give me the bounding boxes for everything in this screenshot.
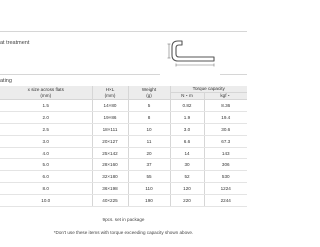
cell-torque-kgf: 306 bbox=[203, 158, 247, 172]
cell-torque-kgf: 8.36 bbox=[203, 99, 247, 112]
cell-torque-nm: 52 bbox=[169, 170, 204, 184]
table-row: 4.0 25×142 20 14 143 bbox=[0, 147, 247, 160]
cell-weight: 55 bbox=[127, 170, 170, 184]
header-dims-unit: (mm) bbox=[104, 92, 116, 98]
cell-size: 10.0 bbox=[0, 194, 92, 208]
header-size-unit: (mm) bbox=[40, 92, 52, 98]
cell-weight: 11 bbox=[127, 135, 170, 148]
cell-dims: 28×160 bbox=[91, 158, 128, 172]
cell-weight: 20 bbox=[127, 147, 170, 160]
header-weight: Weight (g) bbox=[127, 86, 170, 100]
cell-torque-nm: 220 bbox=[169, 194, 204, 208]
hex-key-icon bbox=[171, 40, 215, 62]
header-dims: H×L (mm) bbox=[91, 86, 128, 100]
cell-dims: 25×142 bbox=[91, 147, 128, 160]
cell-dims: 14×80 bbox=[91, 99, 128, 112]
table-row: 2.0 19×86 8 1.9 19.4 bbox=[0, 111, 247, 124]
cell-size: 4.0 bbox=[0, 147, 92, 160]
cell-torque-kgf: 530 bbox=[203, 170, 247, 184]
table-row: 8.0 36×198 110 120 1224 bbox=[0, 182, 247, 196]
spec-table: x size across flats (mm) H×L (mm) Weight… bbox=[0, 86, 247, 208]
cell-torque-nm: 30 bbox=[169, 158, 204, 172]
cell-torque-nm: 0.82 bbox=[169, 99, 204, 112]
cell-dims: 40×225 bbox=[91, 194, 128, 208]
cell-size: 2.0 bbox=[0, 111, 92, 124]
cell-torque-nm: 14 bbox=[169, 147, 204, 160]
cell-size: 5.0 bbox=[0, 158, 92, 172]
cell-size: 2.5 bbox=[0, 123, 92, 136]
cell-size: 8.0 bbox=[0, 182, 92, 196]
package-note: 9pcs. set in package bbox=[102, 217, 145, 222]
hex-key-image bbox=[160, 33, 220, 75]
cell-weight: 8 bbox=[127, 111, 170, 124]
cell-weight: 190 bbox=[127, 194, 170, 208]
table-row: 5.0 28×160 37 30 306 bbox=[0, 158, 247, 172]
cell-size: 6.0 bbox=[0, 170, 92, 184]
cell-dims: 18×111 bbox=[91, 123, 128, 136]
cell-torque-nm: 120 bbox=[169, 182, 204, 196]
cell-torque-kgf: 2244 bbox=[203, 194, 247, 208]
coating-text: ating bbox=[0, 78, 12, 84]
cell-dims: 20×127 bbox=[91, 135, 128, 148]
header-torque-nm: N・m bbox=[169, 92, 204, 100]
cell-torque-kgf: 30.6 bbox=[203, 123, 247, 136]
cell-torque-nm: 3.0 bbox=[169, 123, 204, 136]
cell-dims: 32×180 bbox=[91, 170, 128, 184]
table-row: 6.0 32×180 55 52 530 bbox=[0, 170, 247, 184]
cell-size: 3.0 bbox=[0, 135, 92, 148]
cell-weight: 110 bbox=[127, 182, 170, 196]
cell-dims: 19×86 bbox=[91, 111, 128, 124]
cell-torque-kgf: 67.3 bbox=[203, 135, 247, 148]
header-size: x size across flats (mm) bbox=[0, 86, 92, 100]
torque-disclaimer: *Don't use these items with torque excee… bbox=[53, 230, 194, 235]
table-row: 10.0 40×225 190 220 2244 bbox=[0, 194, 247, 208]
table-row: 2.5 18×111 10 3.0 30.6 bbox=[0, 123, 247, 136]
cell-torque-kgf: 1224 bbox=[203, 182, 247, 196]
table-row: 1.5 14×80 5 0.82 8.36 bbox=[0, 99, 247, 112]
cell-weight: 37 bbox=[127, 158, 170, 172]
header-torque-kgf: kgf・ bbox=[203, 92, 247, 100]
treatment-text: at treatment bbox=[0, 40, 30, 46]
cell-torque-nm: 6.6 bbox=[169, 135, 204, 148]
cell-weight: 10 bbox=[127, 123, 170, 136]
cell-torque-kgf: 143 bbox=[203, 147, 247, 160]
cell-torque-nm: 1.9 bbox=[169, 111, 204, 124]
table-row: 3.0 20×127 11 6.6 67.3 bbox=[0, 135, 247, 148]
cell-torque-kgf: 19.4 bbox=[203, 111, 247, 124]
header-weight-unit: (g) bbox=[146, 92, 152, 98]
cell-weight: 5 bbox=[127, 99, 170, 112]
cell-dims: 36×198 bbox=[91, 182, 128, 196]
cell-size: 1.5 bbox=[0, 99, 92, 112]
